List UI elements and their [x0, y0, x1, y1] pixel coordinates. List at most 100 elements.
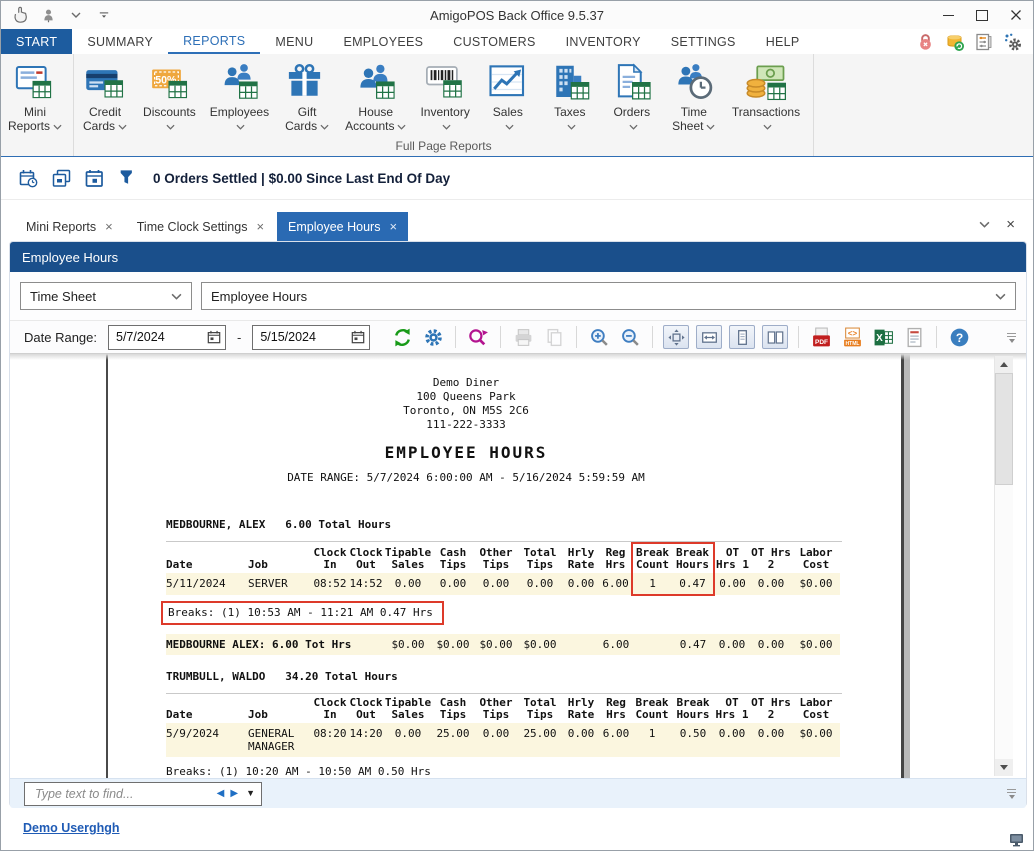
ribbon-item-gift-cards[interactable]: GiftCards [276, 60, 338, 135]
report-cell: 14:20 [348, 723, 384, 757]
calendar-picker-icon[interactable] [203, 326, 225, 349]
ribbon-item-orders[interactable]: Orders [601, 60, 663, 135]
vertical-scrollbar[interactable] [994, 356, 1013, 776]
tabs-close-icon[interactable]: × [1006, 217, 1015, 232]
ribbon-item-house-accounts[interactable]: HouseAccounts [338, 60, 413, 135]
resize-grip-icon[interactable] [1007, 788, 1018, 799]
ribbon-group-caption: Full Page Reports [74, 139, 813, 153]
report-category-dropdown[interactable]: Time Sheet [20, 282, 192, 310]
export-excel-icon[interactable] [871, 325, 895, 349]
toolbar-overflow-icon[interactable] [1007, 332, 1022, 343]
ribbon-item-employees[interactable]: Employees [203, 60, 276, 135]
menu-item-summary[interactable]: SUMMARY [72, 29, 168, 54]
report-cell: $0.00 [792, 634, 840, 655]
ribbon-item-taxes[interactable]: Taxes [539, 60, 601, 135]
copy-pages-icon[interactable] [542, 325, 566, 349]
menu-item-customers[interactable]: CUSTOMERS [438, 29, 550, 54]
export-report-icon[interactable] [902, 325, 926, 349]
menu-item-help[interactable]: HELP [751, 29, 815, 54]
date-from-input[interactable] [109, 330, 203, 344]
report-cell: 25.00 [518, 723, 562, 757]
scrollbar-thumb[interactable] [995, 373, 1013, 485]
menu-item-inventory[interactable]: INVENTORY [551, 29, 656, 54]
export-pdf-icon[interactable] [809, 325, 833, 349]
current-user-link[interactable]: Demo Userghgh [23, 821, 120, 835]
ribbon-item-mini-reports[interactable]: MiniReports [1, 60, 69, 135]
minimize-icon[interactable] [931, 2, 965, 28]
filter-funnel-icon[interactable] [118, 169, 137, 188]
calendar-picker-icon[interactable] [347, 326, 369, 349]
export-html-icon[interactable] [840, 325, 864, 349]
calendar-clock-icon[interactable] [19, 169, 38, 188]
menu-item-reports[interactable]: REPORTS [168, 29, 260, 54]
ribbon-item-label: HouseAccounts [345, 105, 406, 133]
two-pages-icon[interactable] [762, 325, 788, 349]
date-to-input[interactable] [253, 330, 347, 344]
news-settings-icon[interactable] [974, 32, 994, 52]
column-header: Reg Hrs [600, 694, 632, 723]
ribbon-item-credit-cards[interactable]: CreditCards [74, 60, 136, 135]
display-settings-icon[interactable] [1009, 833, 1025, 847]
tab-close-icon[interactable]: × [256, 220, 264, 233]
menu-item-start[interactable]: START [1, 29, 72, 54]
pin-icon[interactable] [39, 6, 57, 24]
ribbon-item-transactions[interactable]: Transactions [725, 60, 807, 135]
find-prev-icon[interactable]: ◀ [217, 789, 225, 799]
single-page-icon[interactable] [729, 325, 755, 349]
backup-refresh-icon[interactable] [945, 32, 965, 52]
print-icon[interactable] [511, 325, 535, 349]
report-cell: 5/9/2024 [166, 723, 248, 757]
customize-toolbar-icon[interactable] [95, 6, 113, 24]
tab-close-icon[interactable]: × [105, 220, 113, 233]
scroll-up-icon[interactable] [995, 356, 1013, 373]
orders-status-text: 0 Orders Settled | $0.00 Since Last End … [153, 171, 450, 186]
report-cell: 08:20 [312, 723, 348, 757]
calendar-stack-icon[interactable] [52, 169, 71, 188]
touch-mode-icon[interactable] [11, 6, 29, 24]
dropdown-chevron-icon[interactable] [67, 6, 85, 24]
menu-item-employees[interactable]: EMPLOYEES [328, 29, 438, 54]
ribbon-item-time-sheet[interactable]: TimeSheet [663, 60, 725, 135]
ribbon-item-inventory[interactable]: Inventory [413, 60, 476, 135]
report-cell: 0.00 [562, 573, 600, 595]
tab-employee-hours[interactable]: Employee Hours × [277, 212, 408, 241]
tab-mini-reports[interactable]: Mini Reports × [15, 212, 124, 241]
zoom-in-icon[interactable] [587, 325, 611, 349]
lock-icon[interactable] [916, 32, 936, 52]
tab-close-icon[interactable]: × [389, 220, 397, 233]
store-address: 100 Queens Park [166, 390, 766, 404]
maximize-icon[interactable] [965, 2, 999, 28]
orders-status-bar: 0 Orders Settled | $0.00 Since Last End … [1, 158, 1033, 200]
menu-item-settings[interactable]: SETTINGS [656, 29, 751, 54]
fit-width-icon[interactable] [696, 325, 722, 349]
gear-icon[interactable] [421, 325, 445, 349]
column-header: Job [248, 694, 312, 723]
find-next-icon[interactable]: ▶ [230, 789, 238, 799]
fit-page-icon[interactable] [663, 325, 689, 349]
scroll-down-icon[interactable] [995, 759, 1013, 776]
find-options-icon[interactable]: ▼ [246, 789, 255, 798]
ribbon-item-discounts[interactable]: Discounts [136, 60, 203, 135]
report-cell: $0.00 [432, 634, 474, 655]
tab-time-clock-settings[interactable]: Time Clock Settings × [126, 212, 275, 241]
subtotal-label: MEDBOURNE ALEX: 6.00 Tot Hrs [166, 634, 384, 655]
ribbon-item-sales[interactable]: Sales [477, 60, 539, 135]
calendar-day-icon[interactable] [85, 169, 104, 188]
services-gear-icon[interactable] [1003, 32, 1023, 52]
report-cell: 0.00 [518, 573, 562, 595]
report-cell: 0.00 [750, 573, 792, 595]
report-viewer[interactable]: Demo Diner 100 Queens Park Toronto, ON M… [10, 354, 1026, 778]
report-name-dropdown[interactable]: Employee Hours [201, 282, 1016, 310]
report-page: Demo Diner 100 Queens Park Toronto, ON M… [106, 354, 904, 778]
quick-preview-icon[interactable] [466, 325, 490, 349]
breaks-line: Breaks: (1) 10:20 AM - 10:50 AM 0.50 Hrs [166, 762, 901, 778]
help-icon[interactable] [947, 325, 971, 349]
find-input[interactable] [33, 786, 211, 802]
employee-hours-table: DateJobClock InClock OutTipable SalesCas… [166, 542, 840, 596]
close-icon[interactable] [999, 2, 1033, 28]
refresh-icon[interactable] [390, 325, 414, 349]
menu-item-menu[interactable]: MENU [260, 29, 328, 54]
zoom-out-icon[interactable] [618, 325, 642, 349]
tabs-dropdown-icon[interactable] [979, 215, 990, 233]
store-name: Demo Diner [166, 376, 766, 390]
